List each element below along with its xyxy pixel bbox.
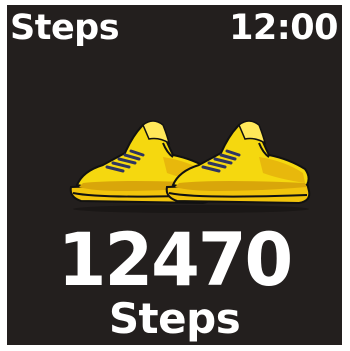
step-count: 12470: [57, 216, 294, 304]
step-unit-label: Steps: [108, 294, 241, 343]
clock-time: 12:00: [229, 8, 338, 48]
sneakers-icon: [69, 120, 311, 213]
screen-title: Steps: [10, 8, 120, 48]
watch-screen: Steps 12:00 12470 Steps: [7, 5, 342, 345]
